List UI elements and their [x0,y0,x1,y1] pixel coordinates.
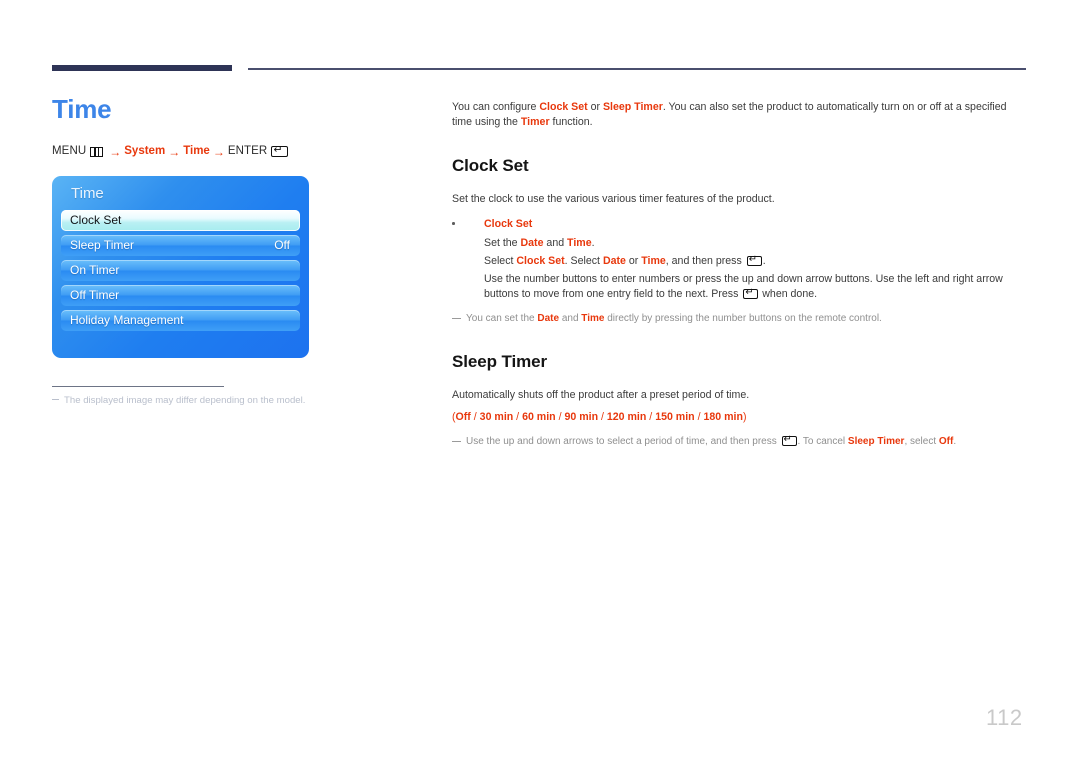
note-dash-icon [452,317,461,320]
cs-note-t1: You can set the [466,312,538,324]
sleep-timer-body: Automatically shuts off the product afte… [452,388,1027,449]
clock-set-line-2: Select Clock Set. Select Date or Time, a… [484,254,1027,269]
osd-row-label: On Timer [70,263,120,277]
left-footnote-text: The displayed image may differ depending… [64,395,306,406]
option-90-min: 90 min [564,410,599,423]
cs-l1-date: Date [520,236,544,249]
enter-return-icon: ↵ [746,254,762,267]
option-off: Off [455,410,471,423]
intro-timer: Timer [520,116,550,129]
options-separator: / [646,410,656,423]
option-120-min: 120 min [606,410,647,423]
options-separator: / [513,410,523,423]
sleep-timer-intro: Automatically shuts off the product afte… [452,388,750,401]
intro-t4: function. [549,116,593,129]
page-title: Time [52,94,112,124]
osd-row-label: Holiday Management [70,313,184,327]
enter-return-icon: ↵ [781,434,797,447]
clock-set-line-3: Use the number buttons to enter numbers … [484,272,1027,302]
menu-path-menu-label: MENU [52,144,87,157]
osd-row-label: Off Timer [70,288,120,302]
option-60-min: 60 min [522,410,556,423]
clock-set-note: You can set the Date and Time directly b… [452,312,1027,326]
osd-row-holiday-management[interactable]: Holiday Management [61,309,300,331]
options-close-paren: ) [742,410,747,423]
clock-set-bullet: Clock Set Set the Date and Time. Select … [452,217,1027,302]
right-column: You can configure Clock Set or Sleep Tim… [452,100,1027,449]
option-180-min: 180 min [703,410,743,423]
cs-l3-text-b: when done. [759,287,818,300]
options-list: Off / 30 min / 60 min / 90 min / 120 min… [456,411,743,423]
footnote-dash-icon [52,398,59,400]
st-note-t3: , select [904,435,939,447]
cs-l2-time: Time [641,254,666,267]
intro-paragraph: You can configure Clock Set or Sleep Tim… [452,100,1027,130]
intro-sleep-timer: Sleep Timer [602,101,663,113]
intro-t1: You can configure [452,101,540,113]
cs-note-time: Time [581,312,605,324]
cs-l2-clock-set: Clock Set [516,254,565,267]
cs-l2-t3: or [625,254,642,267]
osd-row-on-timer[interactable]: On Timer [61,259,300,281]
options-separator: / [470,410,480,423]
osd-row-label: Sleep Timer [70,238,135,252]
menu-path-step-system: System [124,144,166,157]
menu-path-arrow-1: → [109,144,122,159]
options-separator: / [598,410,607,423]
enter-return-icon: ↵ [743,287,759,300]
osd-row-sleep-timer[interactable]: Sleep Timer Off [61,234,300,256]
menu-path-step-time: Time [183,144,210,157]
cs-note-date: Date [537,312,560,324]
st-note-t2: . To cancel [797,435,848,447]
osd-row-value: Off [274,238,290,252]
clock-set-bullet-title: Clock Set [484,217,533,230]
intro-clock-set: Clock Set [539,101,588,113]
st-note-sleep-timer: Sleep Timer [847,435,905,447]
page-number: 112 [986,705,1023,730]
st-note-t1: Use the up and down arrows to select a p… [466,435,780,447]
left-column: Time MENU → System → Time → ENTER ↵ [52,95,422,158]
st-note-off: Off [938,435,954,447]
left-footnote-rule [52,386,224,387]
enter-return-icon: ↵ [271,144,289,158]
cs-l1-time: Time [567,236,592,249]
clock-set-bullet-lines: Set the Date and Time. Select Clock Set.… [484,236,1027,302]
cs-l1-t3: . [591,236,595,249]
section-heading-clock-set: Clock Set [452,156,529,176]
sleep-timer-note: Use the up and down arrows to select a p… [452,434,1027,449]
menu-path-breadcrumb: MENU → System → Time → ENTER ↵ [52,144,422,159]
osd-row-off-timer[interactable]: Off Timer [61,284,300,306]
cs-l2-t1: Select [484,254,517,267]
osd-panel-title: Time [71,185,104,202]
cs-l1-t2: and [543,236,568,249]
osd-row-clock-set[interactable]: Clock Set [61,209,300,231]
cs-note-t2: and [559,312,582,324]
cs-l2-t2: . Select [564,254,603,267]
osd-row-label: Clock Set [70,213,122,227]
menu-grid-icon [90,146,104,157]
cs-l2-t5: . [762,254,766,267]
bullet-dot-icon [452,222,455,225]
st-note-t4: . [953,435,957,447]
cs-l2-date: Date [602,254,626,267]
osd-menu-panel: Time Clock Set Sleep Timer Off On Timer … [52,176,309,358]
section-heading-sleep-timer: Sleep Timer [452,351,547,371]
clock-set-line-1: Set the Date and Time. [484,236,1027,251]
clock-set-intro: Set the clock to use the various various… [452,192,775,205]
cs-note-t3: directly by pressing the number buttons … [604,312,882,324]
intro-t2: or [587,101,603,113]
cs-l2-t4: , and then press [665,254,745,267]
note-dash-icon [452,440,461,443]
menu-path-arrow-2: → [168,144,181,159]
menu-path-arrow-3: → [212,144,225,159]
header-rule-thick [52,65,232,71]
menu-path-enter-label: ENTER [227,144,268,157]
option-150-min: 150 min [655,410,695,423]
left-footnote: The displayed image may differ depending… [52,394,382,407]
clock-set-body: Set the clock to use the various various… [452,192,1027,326]
cs-l1-t1: Set the [484,236,521,249]
option-30-min: 30 min [479,410,514,423]
sleep-timer-options: (Off / 30 min / 60 min / 90 min / 120 mi… [452,410,1027,425]
header-rule-thin [248,68,1026,70]
